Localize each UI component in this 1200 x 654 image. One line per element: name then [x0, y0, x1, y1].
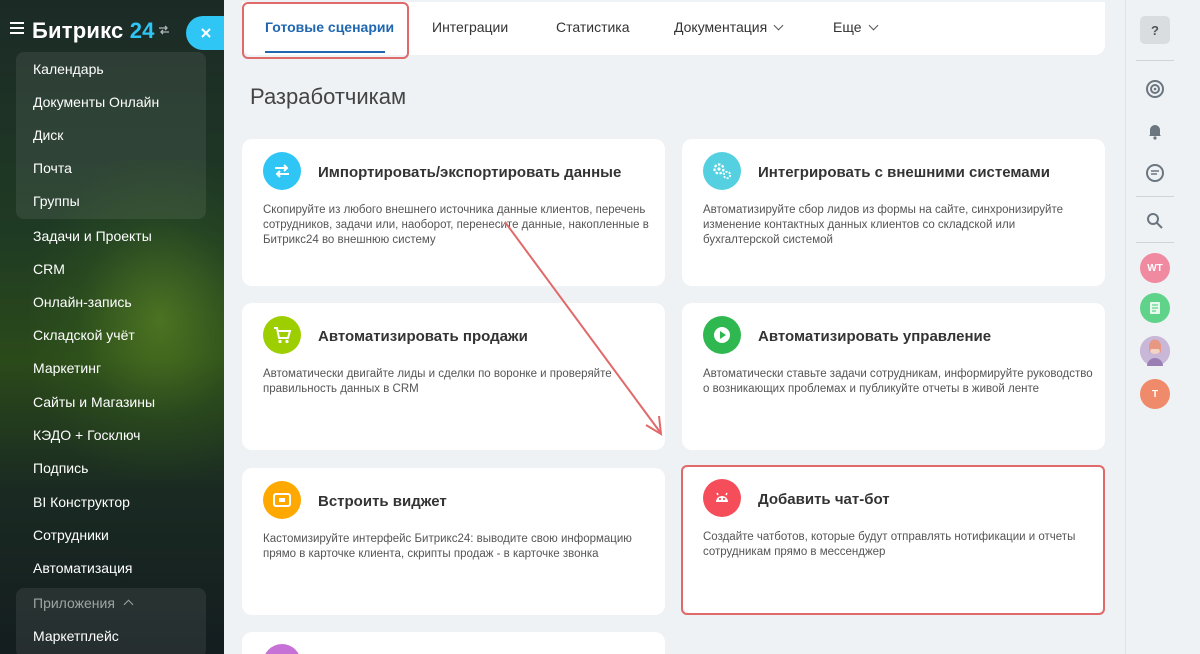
sidebar-item-calendar[interactable]: Календарь [33, 61, 104, 77]
sidebar-item-inventory[interactable]: Складской учёт [33, 327, 135, 343]
search-icon[interactable] [1140, 206, 1170, 236]
left-sidebar: Битрикс 24 Календарь Документы Онлайн Ди… [0, 0, 224, 654]
card-import-export[interactable]: Импортировать/экспортировать данные Скоп… [242, 139, 665, 286]
bitrix24-logo[interactable]: Битрикс 24 [32, 18, 155, 44]
bell-icon[interactable] [1140, 116, 1170, 146]
sidebar-item-booking[interactable]: Онлайн-запись [33, 294, 132, 310]
logo-number: 24 [129, 18, 155, 43]
avatar[interactable]: T [1140, 379, 1170, 409]
group-chat-avatar[interactable] [1140, 293, 1170, 323]
sidebar-item-sites[interactable]: Сайты и Магазины [33, 394, 155, 410]
card-automate-sales[interactable]: Автоматизировать продажи Автоматически д… [242, 303, 665, 450]
card-description: Кастомизируйте интерфейс Битрикс24: выво… [263, 533, 632, 560]
sidebar-item-sign[interactable]: Подпись [33, 460, 88, 476]
widget-icon [263, 481, 301, 519]
sidebar-item-employees[interactable]: Сотрудники [33, 527, 109, 543]
chat-icon[interactable] [1140, 158, 1170, 188]
tab-integrations[interactable]: Интеграции [432, 19, 508, 35]
close-menu-button[interactable] [186, 16, 224, 50]
cart-icon [263, 316, 301, 354]
card-title: Интегрировать с внешними системами [758, 164, 1050, 181]
user-photo-avatar[interactable] [1140, 336, 1170, 366]
sidebar-apps-label: Приложения [33, 595, 115, 611]
tab-highlight-frame [242, 2, 409, 59]
play-icon [703, 316, 741, 354]
help-button[interactable]: ? [1140, 16, 1170, 44]
tab-documentation-label: Документация [674, 19, 768, 35]
card-title: Автоматизировать продажи [318, 328, 528, 345]
sidebar-item-disk[interactable]: Диск [33, 127, 63, 143]
chevron-down-icon [773, 20, 784, 31]
right-panel-divider [1136, 196, 1174, 197]
tab-documentation[interactable]: Документация [674, 19, 784, 35]
card-description: Скопируйте из любого внешнего источника … [263, 204, 649, 246]
right-panel-divider [1136, 60, 1174, 61]
avatar[interactable]: WT [1140, 253, 1170, 283]
logo-text: Битрикс [32, 18, 124, 43]
page-title: Разработчикам [250, 84, 407, 109]
sidebar-item-bi[interactable]: BI Конструктор [33, 494, 130, 510]
chevron-down-icon [868, 20, 878, 31]
sidebar-item-marketplace[interactable]: Маркетплейс [33, 628, 119, 644]
card-title: Встроить виджет [318, 493, 447, 510]
tab-statistics[interactable]: Статистика [556, 19, 630, 35]
card-automate-management[interactable]: Автоматизировать управление Автоматическ… [682, 303, 1105, 450]
tab-more-label: Еще [833, 19, 862, 35]
sidebar-item-tasks[interactable]: Задачи и Проекты [33, 228, 152, 244]
target-icon[interactable] [1140, 74, 1170, 104]
sidebar-item-kedo[interactable]: КЭДО + Госключ [33, 427, 140, 443]
card-title: Автоматизировать управление [758, 328, 992, 345]
swap-arrows-icon [263, 152, 301, 190]
sidebar-item-groups[interactable]: Группы [33, 193, 80, 209]
pin-icon[interactable] [158, 24, 170, 36]
right-panel: ? WT T [1125, 0, 1200, 654]
card-description: Автоматически двигайте лиды и сделки по … [263, 368, 612, 395]
card-embed-widget[interactable]: Встроить виджет Кастомизируйте интерфейс… [242, 468, 665, 615]
sidebar-item-apps[interactable]: Приложения [33, 595, 134, 611]
sidebar-item-docs-online[interactable]: Документы Онлайн [33, 94, 159, 110]
card-integrate-external[interactable]: Интегрировать с внешними системами Автом… [682, 139, 1105, 286]
gears-icon [703, 152, 741, 190]
menu-burger-icon[interactable] [10, 22, 24, 34]
card-highlight-frame [681, 465, 1105, 615]
sidebar-item-mail[interactable]: Почта [33, 160, 72, 176]
card-title: Импортировать/экспортировать данные [318, 164, 622, 181]
sidebar-item-marketing[interactable]: Маркетинг [33, 360, 101, 376]
tab-more[interactable]: Еще [833, 19, 878, 35]
chevron-up-icon [123, 599, 134, 610]
right-panel-divider [1136, 242, 1174, 243]
card-partial[interactable] [242, 632, 665, 654]
sidebar-item-automation[interactable]: Автоматизация [33, 560, 132, 576]
card-description: Автоматизируйте сбор лидов из формы на с… [703, 204, 1063, 246]
sidebar-item-crm[interactable]: CRM [33, 261, 65, 277]
app-icon [263, 644, 301, 654]
card-description: Автоматически ставьте задачи сотрудникам… [703, 368, 1093, 395]
